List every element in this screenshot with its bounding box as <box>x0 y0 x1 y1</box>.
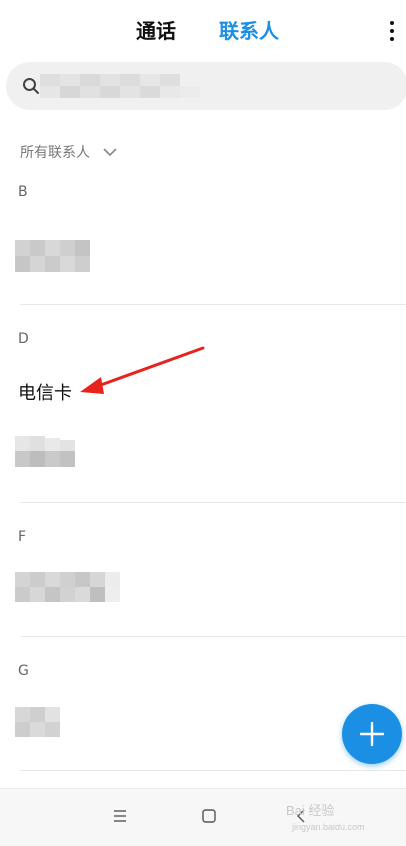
menu-icon[interactable] <box>113 809 127 823</box>
watermark-text: Bai 经验 <box>286 803 335 818</box>
system-nav-bar <box>0 788 406 846</box>
plus-icon <box>360 722 384 746</box>
home-square-icon[interactable] <box>202 809 216 823</box>
add-contact-button[interactable] <box>342 704 402 764</box>
watermark-subtext: jingyan.baidu.com <box>292 822 365 832</box>
